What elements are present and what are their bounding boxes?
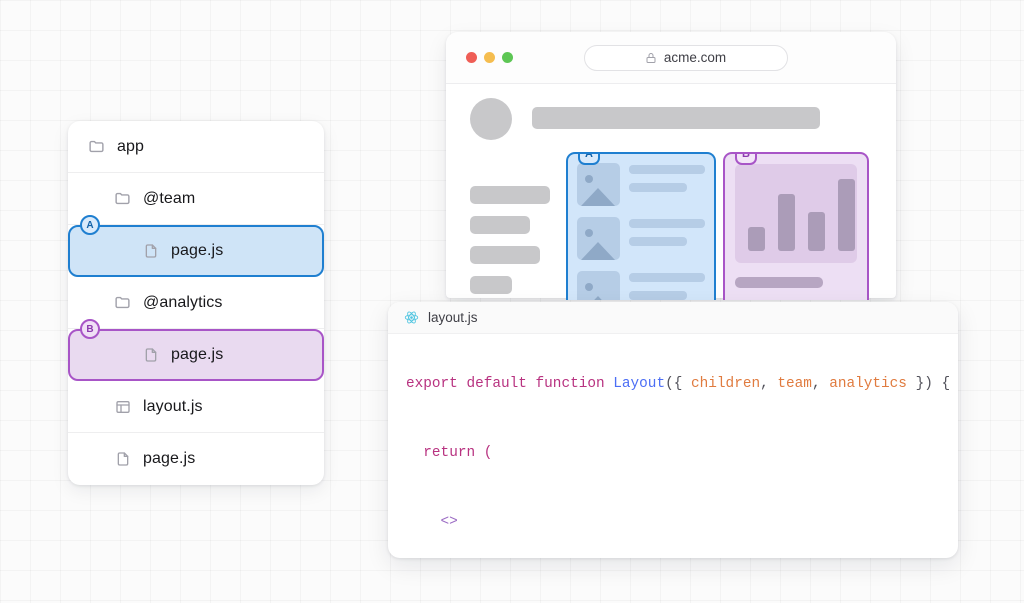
minimize-window-icon[interactable] <box>484 52 495 63</box>
bar-chart-placeholder <box>735 164 857 263</box>
folder-icon <box>114 190 131 207</box>
list-item <box>577 271 705 300</box>
maximize-window-icon[interactable] <box>502 52 513 63</box>
code-punctuation: , <box>760 376 778 392</box>
code-function-name: Layout <box>613 376 666 392</box>
code-punctuation: ({ <box>665 376 692 392</box>
code-param-team: team <box>777 376 812 392</box>
list-item <box>577 163 705 206</box>
layout-icon <box>114 398 131 415</box>
url-text: acme.com <box>663 50 727 65</box>
image-placeholder-icon <box>577 271 620 300</box>
tree-row-label: app <box>117 137 144 155</box>
editor-tab-bar: layout.js <box>388 302 958 334</box>
avatar <box>470 98 512 140</box>
header-placeholder-bar <box>532 107 820 129</box>
tree-row-label: @analytics <box>143 293 223 311</box>
tree-row-team-page-wrapper: A page.js <box>68 215 324 277</box>
tree-row-label: layout.js <box>143 397 203 415</box>
sidebar-placeholder-bar <box>470 186 550 204</box>
tree-row-team-page[interactable]: page.js <box>68 225 324 277</box>
code-param-analytics: analytics <box>829 376 907 392</box>
browser-titlebar: acme.com <box>446 32 896 84</box>
code-line-2: return ( <box>406 442 940 465</box>
address-bar[interactable]: acme.com <box>583 44 788 71</box>
marker-badge-a: A <box>578 154 600 165</box>
code-param-children: children <box>691 376 761 392</box>
image-placeholder-icon <box>577 163 620 206</box>
code-content[interactable]: export default function Layout({ childre… <box>388 334 958 558</box>
tree-row-analytics-page-wrapper: B page.js <box>68 319 324 381</box>
tree-row-label: page.js <box>171 346 224 363</box>
code-editor-window: layout.js export default function Layout… <box>388 302 958 558</box>
tab-layout-js[interactable]: layout.js <box>428 310 478 325</box>
folder-icon <box>88 138 105 155</box>
image-placeholder-icon <box>577 217 620 260</box>
code-keyword: export default function <box>406 376 605 392</box>
tree-row-app[interactable]: app <box>68 121 324 173</box>
react-icon <box>404 310 419 325</box>
marker-badge-b: B <box>80 319 100 339</box>
tree-row-label: page.js <box>143 450 196 467</box>
code-fragment-open: <> <box>440 514 458 530</box>
code-line-3: <> <box>406 511 940 534</box>
file-icon <box>142 347 159 364</box>
tree-row-analytics-folder[interactable]: @analytics <box>68 277 324 329</box>
code-punctuation: , <box>811 376 830 392</box>
preview-slot-analytics: B <box>723 152 869 300</box>
sidebar-placeholder-bar <box>470 246 540 264</box>
lock-icon <box>645 52 657 64</box>
tree-row-team-folder[interactable]: @team <box>68 173 324 225</box>
chart-caption-placeholder <box>735 277 823 288</box>
code-line-1: export default function Layout({ childre… <box>406 373 950 396</box>
tree-row-label: page.js <box>171 242 224 259</box>
traffic-lights <box>466 52 513 63</box>
tree-row-analytics-page[interactable]: page.js <box>68 329 324 381</box>
file-icon <box>142 243 159 260</box>
file-icon <box>114 451 131 468</box>
tree-row-layout[interactable]: layout.js <box>68 381 324 433</box>
list-item <box>577 217 705 260</box>
close-window-icon[interactable] <box>466 52 477 63</box>
code-punctuation: }) { <box>906 376 951 392</box>
marker-badge-a: A <box>80 215 100 235</box>
sidebar-placeholder-bar <box>470 276 512 294</box>
file-explorer-panel: app @team A page.js @analytics B page.js <box>68 121 324 485</box>
tree-row-label: @team <box>143 189 196 207</box>
code-return-statement: return ( <box>423 445 493 461</box>
folder-icon <box>114 294 131 311</box>
sidebar-placeholder-bar <box>470 216 530 234</box>
marker-badge-b: B <box>735 154 757 165</box>
tree-row-root-page[interactable]: page.js <box>68 433 324 485</box>
preview-slot-team: A <box>566 152 716 300</box>
